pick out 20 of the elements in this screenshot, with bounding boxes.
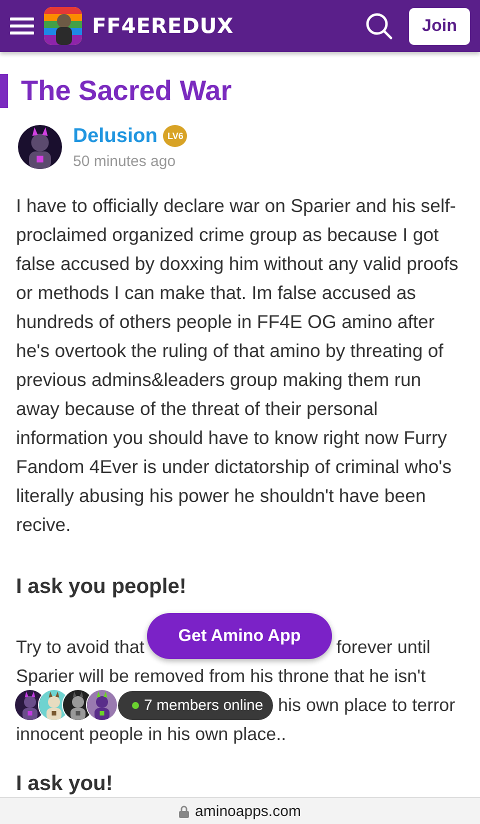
post-text: his own place to terror xyxy=(278,694,456,717)
online-dot-icon xyxy=(132,702,139,708)
join-button[interactable]: Join xyxy=(409,8,470,44)
post-title: The Sacred War xyxy=(0,74,466,108)
section-heading: I ask you people! xyxy=(16,574,188,600)
level-badge: LV6 xyxy=(163,125,188,147)
post-time: 50 minutes ago xyxy=(73,152,177,170)
get-app-button[interactable]: Get Amino App xyxy=(147,613,332,659)
online-members-pill[interactable]: 7 members online xyxy=(118,690,274,720)
community-name: FF4EREDUX xyxy=(92,14,235,38)
post-text: innocent people in his own place.. xyxy=(16,723,286,746)
section-heading: I ask you! xyxy=(16,771,114,797)
post-text: forever until xyxy=(336,636,430,659)
post-paragraph: I have to officially declare war on Sparier and his self-proclaimed organized crime group as because I got false accused by doxxing him without any valid proofs or methods I can make that. Im false accused as hundreds of others people in FF4E OG amino after he's overtook the ruling of that amino by threating of previous admins&leaders group making them run away because of the threat of their personal information you should have to know right now Furry Fandom 4Ever is under dictatorship of criminal who's literally abusing his power he shouldn't have been recive. xyxy=(16,194,460,537)
post-text: Try to avoid that xyxy=(16,636,144,659)
menu-icon[interactable] xyxy=(10,16,34,36)
post-text: Sparier will be removed from his throne that he isn't xyxy=(16,665,426,688)
lock-icon xyxy=(179,804,190,818)
url-text: aminoapps.com xyxy=(195,802,301,820)
search-icon[interactable] xyxy=(365,12,393,40)
